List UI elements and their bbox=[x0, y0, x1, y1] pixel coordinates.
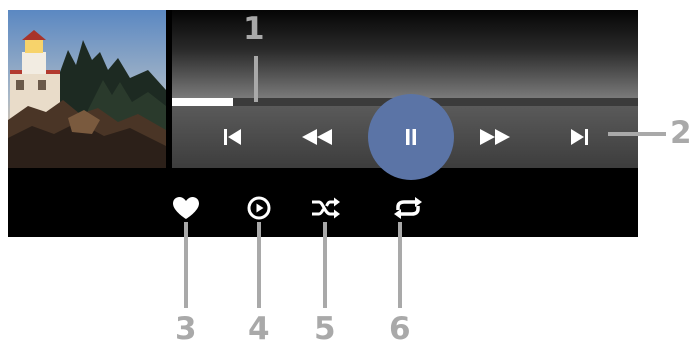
skip-previous-icon bbox=[224, 129, 241, 145]
callout-line-2 bbox=[608, 132, 666, 136]
repeat-icon bbox=[394, 197, 422, 219]
now-playing-area bbox=[172, 10, 638, 98]
callout-line-6 bbox=[398, 222, 402, 308]
pause-icon bbox=[406, 129, 416, 145]
album-art-thumbnail bbox=[8, 10, 166, 168]
callout-line-5 bbox=[323, 222, 327, 308]
skip-next-icon bbox=[571, 129, 588, 145]
heart-icon bbox=[173, 197, 199, 219]
play-circle-icon bbox=[247, 196, 271, 220]
callout-number-1: 1 bbox=[243, 11, 265, 47]
rewind-icon bbox=[302, 129, 332, 145]
music-player bbox=[8, 10, 638, 237]
callout-number-6: 6 bbox=[389, 311, 411, 347]
callout-line-4 bbox=[257, 222, 261, 308]
callout-number-3: 3 bbox=[175, 311, 197, 347]
pause-button[interactable] bbox=[368, 94, 454, 180]
callout-number-2: 2 bbox=[670, 115, 691, 151]
callout-line-3 bbox=[184, 222, 188, 308]
repeat-button[interactable] bbox=[388, 188, 428, 228]
fast-forward-icon bbox=[480, 129, 510, 145]
next-track-button[interactable] bbox=[544, 106, 614, 168]
callout-line-1 bbox=[254, 56, 258, 102]
callout-number-4: 4 bbox=[248, 311, 270, 347]
progress-bar-fill bbox=[172, 98, 233, 106]
callout-number-5: 5 bbox=[314, 311, 336, 347]
playback-controls bbox=[172, 94, 638, 180]
fast-forward-button[interactable] bbox=[460, 106, 530, 168]
rewind-button[interactable] bbox=[282, 106, 352, 168]
previous-track-button[interactable] bbox=[198, 106, 268, 168]
pause-button-background bbox=[368, 94, 454, 180]
shuffle-icon bbox=[312, 197, 340, 219]
